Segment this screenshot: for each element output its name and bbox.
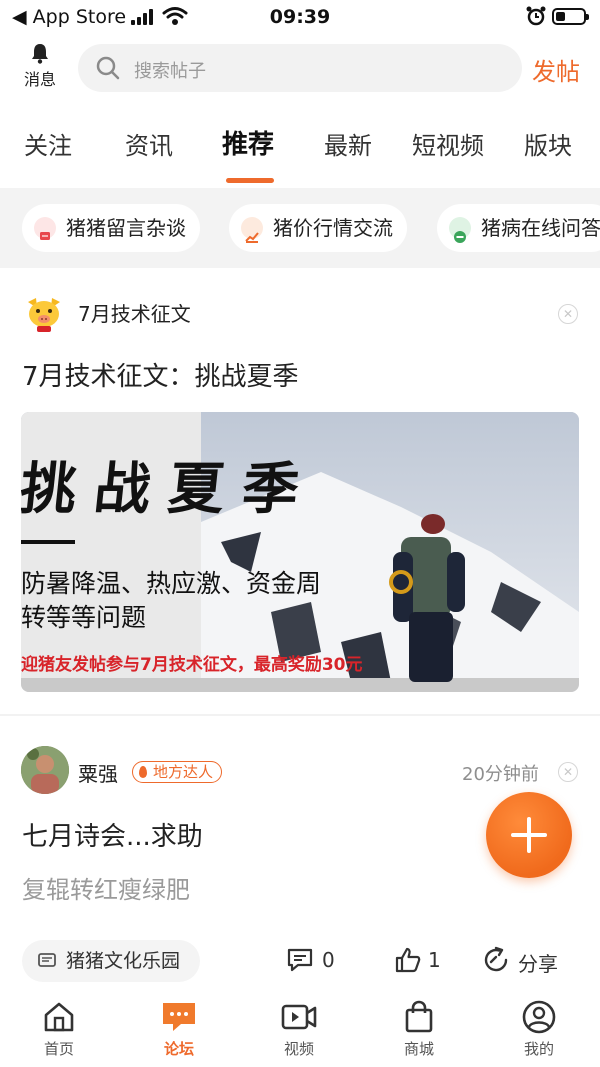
banner-promo-text: 迎猪友发帖参与7月技术征文，最高奖励30元 [21, 655, 363, 675]
dismiss-icon[interactable]: ✕ [558, 762, 578, 782]
forum-icon [163, 1003, 195, 1031]
post-button[interactable]: 发帖 [532, 52, 580, 87]
avatar[interactable] [21, 746, 69, 794]
dismiss-icon[interactable]: ✕ [558, 304, 578, 324]
tab-recommended[interactable]: 推荐 [222, 124, 274, 161]
search-icon [96, 56, 120, 80]
forum-tag[interactable]: 猪猪文化乐园 [22, 940, 201, 982]
nav-video[interactable]: 视频 [259, 1000, 339, 1059]
like-count: 1 [428, 948, 441, 972]
chip-disease-label: 猪病在线问答 [481, 216, 600, 240]
comment-icon [287, 948, 313, 972]
forum-icon [38, 953, 56, 967]
forum-tag-label: 猪猪文化乐园 [66, 950, 181, 972]
chip-price-label: 猪价行情交流 [273, 216, 393, 240]
nav-shop-label: 商城 [403, 1040, 434, 1058]
alarm-icon [526, 6, 546, 26]
thumbs-up-icon [395, 947, 421, 973]
banner-divider [21, 540, 75, 544]
card-divider [0, 714, 600, 716]
clock: 09:39 [269, 6, 331, 28]
search-input[interactable]: 搜索帖子 [78, 44, 522, 92]
share-label: 分享 [518, 952, 558, 976]
nav-profile-label: 我的 [523, 1040, 554, 1058]
comment-count: 0 [322, 948, 335, 972]
bottom-navigation: 首页 论坛 视频 商城 我的 [0, 992, 600, 1067]
pig-mascot-icon [28, 298, 60, 332]
chart-icon [241, 217, 263, 243]
tab-latest[interactable]: 最新 [324, 126, 372, 161]
share-icon [484, 946, 508, 972]
tab-short-video[interactable]: 短视频 [412, 126, 484, 161]
contest-banner-image[interactable]: 挑战夏季 防暑降温、热应激、资金周 转等等问题 迎猪友发帖参与7月技术征文，最高… [21, 412, 579, 692]
nav-home[interactable]: 首页 [19, 1000, 99, 1059]
post-tag: 7月技术征文 [78, 302, 191, 326]
status-bar: ◀ App Store 09:39 [0, 0, 600, 34]
nav-forum-label: 论坛 [163, 1040, 194, 1058]
battery-icon [552, 8, 589, 25]
messages-label: 消息 [23, 70, 56, 89]
chip-chat[interactable]: 猪猪留言杂谈 [22, 204, 200, 252]
profile-icon [522, 1000, 556, 1034]
post-excerpt[interactable]: 复辊转红瘦绿肥 [22, 870, 190, 905]
username[interactable]: 粟强 [78, 758, 118, 787]
messages-button[interactable]: 消息 [18, 42, 62, 90]
banner-subtitle-line2: 转等等问题 [21, 603, 147, 632]
nav-profile[interactable]: 我的 [499, 1000, 579, 1059]
active-tab-indicator [226, 178, 274, 183]
home-icon [44, 1002, 74, 1032]
tab-boards[interactable]: 版块 [524, 126, 572, 161]
tab-follow[interactable]: 关注 [24, 126, 72, 161]
essay-contest-card[interactable]: 7月技术征文 ✕ 7月技术征文：挑战夏季 挑战夏季 防暑降温、热应激、资金周 转… [0, 268, 600, 714]
nav-shop[interactable]: 商城 [379, 1000, 459, 1059]
banner-subtitle-line1: 防暑降温、热应激、资金周 [21, 569, 322, 598]
video-icon [281, 1004, 317, 1030]
bell-icon [32, 44, 48, 64]
search-placeholder: 搜索帖子 [134, 61, 206, 82]
user-badge: 地方达人 [132, 761, 223, 783]
chip-chat-label: 猪猪留言杂谈 [66, 216, 186, 240]
chat-icon [34, 217, 56, 240]
category-tabs: 关注 资讯 推荐 最新 短视频 版块 [0, 126, 600, 186]
tab-news[interactable]: 资讯 [125, 126, 173, 161]
nav-forum[interactable]: 论坛 [139, 1000, 219, 1059]
post-title[interactable]: 七月诗会...求助 [22, 816, 203, 853]
medical-icon [449, 217, 471, 243]
post-time: 20分钟前 [462, 764, 539, 785]
create-post-fab[interactable] [486, 792, 572, 878]
chip-disease[interactable]: 猪病在线问答 [437, 204, 600, 252]
nav-home-label: 首页 [43, 1040, 74, 1058]
shop-bag-icon [405, 1000, 433, 1033]
nav-video-label: 视频 [283, 1040, 314, 1058]
chip-price[interactable]: 猪价行情交流 [229, 204, 407, 252]
banner-title: 挑战夏季 [21, 457, 320, 522]
header: 消息 搜索帖子 发帖 [0, 38, 600, 98]
forum-chips-bar: 猪猪留言杂谈 猪价行情交流 猪病在线问答 [0, 188, 600, 268]
post-title[interactable]: 7月技术征文：挑战夏季 [22, 356, 299, 393]
